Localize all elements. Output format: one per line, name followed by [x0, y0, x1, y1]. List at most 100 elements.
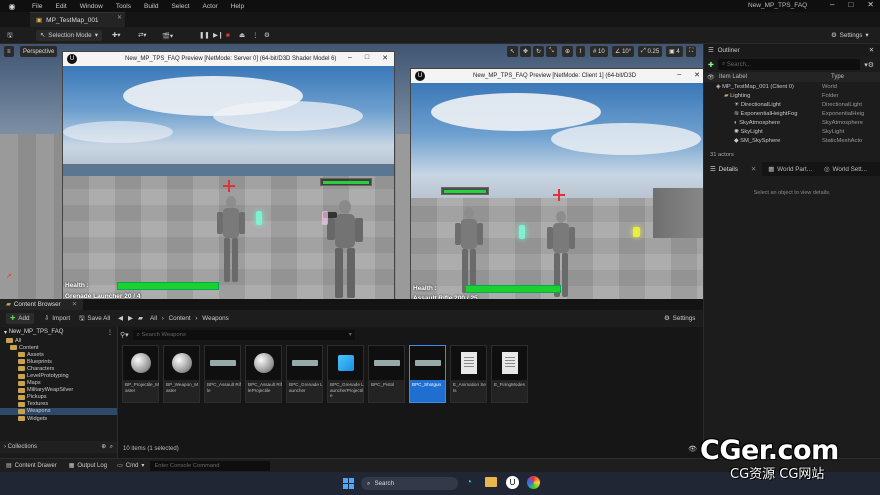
camera-speed-button[interactable]: ▣ 4 — [666, 46, 683, 57]
asset-tile[interactable]: BPC_Grenade Launcher — [286, 345, 323, 403]
save-all-button[interactable]: 🖫 Save All — [79, 313, 110, 324]
menu-edit[interactable]: Edit — [55, 3, 66, 10]
tree-item-textures[interactable]: Textures — [0, 401, 117, 408]
eject-icon[interactable]: ⏏ — [239, 30, 245, 41]
world-space-icon[interactable]: ⊕ — [562, 46, 574, 57]
maximize-icon[interactable]: □ — [848, 0, 853, 9]
add-collection-icon[interactable]: ⊕ ⌕ — [101, 443, 113, 451]
tab-world-partition[interactable]: ▦ World Part... — [762, 162, 818, 176]
menu-actor[interactable]: Actor — [203, 3, 218, 10]
outliner-row[interactable]: ▰ Lighting Folder — [704, 91, 880, 100]
asset-search-input[interactable]: ⌕ Search Weapons ▾ — [132, 330, 355, 340]
scale-tool-icon[interactable]: ⤡ — [546, 46, 557, 57]
tree-item-all[interactable]: All — [0, 337, 117, 344]
col-type[interactable]: Type — [831, 74, 844, 80]
level-tab[interactable]: ▣ MP_TestMap_001 — [30, 12, 125, 27]
selection-mode-dropdown[interactable]: ↖ Selection Mode ▾ — [36, 30, 102, 41]
tree-item-levelprototyping[interactable]: LevelPrototyping — [0, 372, 117, 379]
pie-client-titlebar[interactable]: U New_MP_TPS_FAQ Preview [NetMode: Clien… — [411, 69, 706, 83]
maximize-viewport-icon[interactable]: ⛶ — [686, 46, 697, 57]
minimize-icon[interactable]: – — [830, 0, 834, 9]
translate-tool-icon[interactable]: ✥ — [520, 46, 532, 57]
outliner-row[interactable]: ◆ SM_SkySphere StaticMeshActo — [704, 136, 880, 145]
asset-tile[interactable]: BPC_Pistol — [368, 345, 405, 403]
filter-icon[interactable]: ▾⚙ — [864, 61, 874, 69]
pie-server-scene[interactable]: Health : Grenade Launcher 20 / 4 — [63, 66, 394, 301]
options-icon[interactable]: ⋮ — [107, 329, 113, 336]
menu-window[interactable]: Window — [80, 3, 103, 10]
filter-icon[interactable]: ⚲▾ — [120, 331, 129, 339]
tree-item-characters[interactable]: Characters — [0, 365, 117, 372]
close-icon[interactable]: ✕ — [867, 0, 874, 9]
asset-tile[interactable]: BPC_Assault Rifle — [204, 345, 241, 403]
rotation-snap-button[interactable]: ∠ 10° — [612, 46, 635, 57]
add-button[interactable]: ✚ Add — [6, 313, 34, 324]
close-icon[interactable]: ✕ — [72, 301, 77, 308]
asset-tile[interactable]: BPC_Shotgun — [409, 345, 446, 403]
outliner-row[interactable]: ◈ MP_TestMap_001 (Client 0) World — [704, 82, 880, 91]
tab-details[interactable]: ☰ Details ✕ — [704, 162, 763, 176]
settings-button[interactable]: ⚙ Settings ▾ — [831, 30, 869, 41]
tree-item-content[interactable]: Content — [0, 344, 117, 351]
menu-help[interactable]: Help — [231, 3, 244, 10]
close-icon[interactable]: ✕ — [869, 47, 874, 54]
breadcrumb-all[interactable]: All — [150, 315, 157, 322]
close-icon[interactable]: ✕ — [751, 166, 756, 173]
file-explorer-icon[interactable] — [485, 477, 497, 487]
outliner-row[interactable]: ≋ ExponentialHeightFog ExponentialHeig — [704, 109, 880, 118]
windows-start-icon[interactable] — [343, 478, 354, 489]
pie-client-scene[interactable]: Health : Assault Rifle 200 / 25 — [411, 83, 706, 302]
blueprints-icon[interactable]: ⇄▾ — [138, 30, 146, 41]
minimize-icon[interactable]: – — [677, 71, 681, 79]
pie-window-server[interactable]: U New_MP_TPS_FAQ Preview [NetMode: Serve… — [62, 51, 395, 302]
import-button[interactable]: ⇩ Import — [44, 313, 70, 324]
outliner-row[interactable]: ☀ DirectionalLight DirectionalLight — [704, 100, 880, 109]
asset-tile[interactable]: BPC_Assault RifleProjectile — [245, 345, 282, 403]
stop-icon[interactable]: ■ — [226, 30, 230, 41]
close-icon[interactable]: ✕ — [694, 71, 700, 79]
menu-build[interactable]: Build — [144, 3, 158, 10]
console-input[interactable]: Enter Console Command — [150, 460, 271, 471]
grid-snap-button[interactable]: # 10 — [590, 46, 608, 57]
asset-tile[interactable]: BP_Projectile_Master — [122, 345, 159, 403]
tree-item-blueprints[interactable]: Blueprints — [0, 358, 117, 365]
scale-snap-button[interactable]: ⤢ 0.25 — [638, 46, 663, 57]
maximize-icon[interactable]: □ — [365, 54, 369, 62]
menu-file[interactable]: File — [32, 3, 42, 10]
tree-item-militaryweapsilver[interactable]: MilitaryWeapSilver — [0, 387, 117, 394]
tab-world-settings[interactable]: ◎ World Sett... — [818, 162, 873, 176]
minimize-icon[interactable]: – — [348, 54, 352, 62]
rotate-tool-icon[interactable]: ↻ — [533, 46, 545, 57]
col-item-label[interactable]: Item Label — [719, 74, 831, 80]
folder-icon[interactable]: ▰ — [138, 313, 143, 324]
menu-tools[interactable]: Tools — [116, 3, 131, 10]
save-level-icon[interactable]: 🖫 — [7, 30, 12, 41]
outliner-row[interactable]: ✺ SkyLight SkyLight — [704, 127, 880, 136]
taskbar-search[interactable]: ⌕ Search — [361, 477, 458, 490]
outliner-search-input[interactable]: ⌕ Search... — [717, 59, 861, 70]
asset-tile[interactable]: E_Animation Sets — [450, 345, 487, 403]
platforms-icon[interactable]: ⚙ — [264, 30, 270, 41]
unreal-engine-icon[interactable]: U — [506, 476, 519, 489]
unreal-logo-icon[interactable]: ◉ — [6, 0, 18, 12]
tree-item-weapons[interactable]: Weapons — [0, 407, 117, 416]
breadcrumb-weapons[interactable]: Weapons — [202, 315, 229, 322]
skip-icon[interactable]: ▶❙ — [213, 30, 223, 41]
play-options-icon[interactable]: ⋮ — [252, 30, 258, 41]
history-forward-icon[interactable]: ▶ — [128, 313, 133, 324]
project-header[interactable]: ▾ New_MP_TPS_FAQ ⋮ — [0, 327, 117, 337]
cinematics-icon[interactable]: 🎬▾ — [162, 30, 173, 41]
content-settings-button[interactable]: ⚙ Settings — [664, 313, 695, 324]
cmd-dropdown[interactable]: ▭ Cmd ▾ — [113, 462, 148, 470]
pause-icon[interactable]: ❚❚ — [199, 30, 210, 41]
tree-item-maps[interactable]: Maps — [0, 380, 117, 387]
chrome-icon[interactable] — [527, 476, 540, 489]
history-back-icon[interactable]: ◀ — [118, 313, 123, 324]
content-drawer-button[interactable]: ▤ Content Drawer — [0, 462, 63, 470]
tree-item-widgets[interactable]: Widgets — [0, 415, 117, 422]
tree-item-assets[interactable]: Assets — [0, 351, 117, 358]
asset-tile[interactable]: BPC_Grenade LauncherProjectile — [327, 345, 364, 403]
pie-window-client[interactable]: U New_MP_TPS_FAQ Preview [NetMode: Clien… — [410, 68, 707, 303]
outliner-row[interactable]: ◐ SkyAtmosphere SkyAtmosphere — [704, 118, 880, 127]
view-options-icon[interactable]: 👁 — [688, 445, 697, 453]
